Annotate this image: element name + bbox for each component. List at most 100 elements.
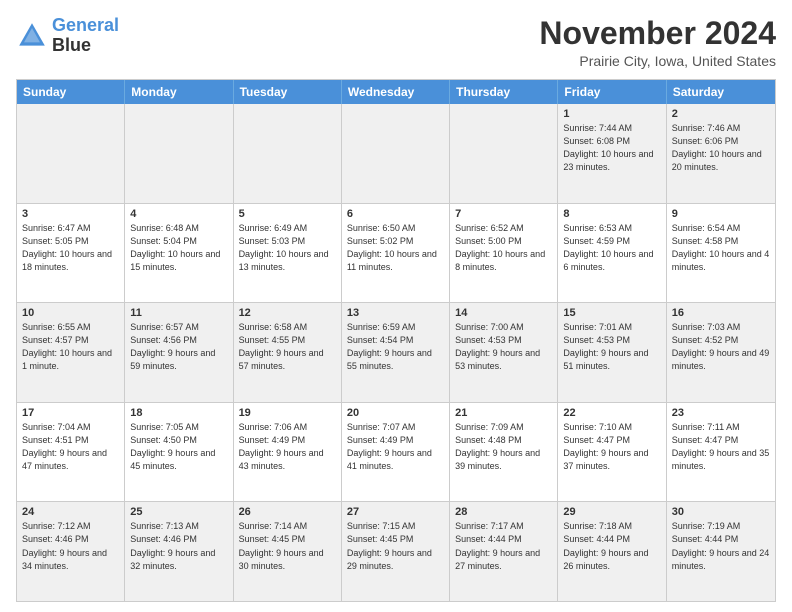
calendar-row-2: 10 Sunrise: 6:55 AM Sunset: 4:57 PM Dayli… [17,302,775,402]
calendar-row-1: 3 Sunrise: 6:47 AM Sunset: 5:05 PM Daylig… [17,203,775,303]
day-number: 15 [563,307,660,319]
day-cell-19: 19Sunrise: 7:06 AM Sunset: 4:49 PM Dayli… [234,403,342,502]
day-cell-20: 20Sunrise: 7:07 AM Sunset: 4:49 PM Dayli… [342,403,450,502]
day-number: 14 [455,307,552,319]
subtitle: Prairie City, Iowa, United States [539,53,776,69]
logo-text: General Blue [52,16,119,56]
calendar-row-0: 1 Sunrise: 7:44 AM Sunset: 6:08 PM Daylig… [17,104,775,203]
day-number: 11 [130,307,227,319]
day-cell-3: 3 Sunrise: 6:47 AM Sunset: 5:05 PM Daylig… [17,204,125,303]
header-day-wednesday: Wednesday [342,80,450,104]
day-info: Sunrise: 7:00 AM Sunset: 4:53 PM Dayligh… [455,321,552,373]
day-cell-1: 1 Sunrise: 7:44 AM Sunset: 6:08 PM Daylig… [558,104,666,203]
day-number: 18 [130,407,227,419]
header-day-sunday: Sunday [17,80,125,104]
day-cell-10: 10 Sunrise: 6:55 AM Sunset: 4:57 PM Dayli… [17,303,125,402]
day-info: Sunrise: 7:10 AM Sunset: 4:47 PM Dayligh… [563,421,660,473]
day-number: 6 [347,208,444,220]
header-day-friday: Friday [558,80,666,104]
day-number: 7 [455,208,552,220]
day-cell-2: 2 Sunrise: 7:46 AM Sunset: 6:06 PM Daylig… [667,104,775,203]
calendar: SundayMondayTuesdayWednesdayThursdayFrid… [16,79,776,602]
day-info: Sunrise: 7:46 AM Sunset: 6:06 PM Dayligh… [672,122,770,174]
day-number: 10 [22,307,119,319]
day-info: Sunrise: 6:58 AM Sunset: 4:55 PM Dayligh… [239,321,336,373]
day-info: Sunrise: 7:04 AM Sunset: 4:51 PM Dayligh… [22,421,119,473]
day-number: 26 [239,506,336,518]
day-cell-9: 9 Sunrise: 6:54 AM Sunset: 4:58 PM Daylig… [667,204,775,303]
day-cell-21: 21 Sunrise: 7:09 AM Sunset: 4:48 PM Dayli… [450,403,558,502]
day-info: Sunrise: 7:44 AM Sunset: 6:08 PM Dayligh… [563,122,660,174]
day-number: 22 [563,407,660,419]
logo: General Blue [16,16,119,56]
day-info: Sunrise: 6:47 AM Sunset: 5:05 PM Dayligh… [22,222,119,274]
day-cell-12: 12 Sunrise: 6:58 AM Sunset: 4:55 PM Dayli… [234,303,342,402]
empty-cell [17,104,125,203]
day-number: 27 [347,506,444,518]
day-cell-29: 29Sunrise: 7:18 AM Sunset: 4:44 PM Dayli… [558,502,666,601]
day-info: Sunrise: 7:11 AM Sunset: 4:47 PM Dayligh… [672,421,770,473]
day-number: 17 [22,407,119,419]
day-cell-25: 25 Sunrise: 7:13 AM Sunset: 4:46 PM Dayli… [125,502,233,601]
calendar-row-3: 17 Sunrise: 7:04 AM Sunset: 4:51 PM Dayli… [17,402,775,502]
day-number: 30 [672,506,770,518]
day-cell-14: 14 Sunrise: 7:00 AM Sunset: 4:53 PM Dayli… [450,303,558,402]
day-info: Sunrise: 6:48 AM Sunset: 5:04 PM Dayligh… [130,222,227,274]
day-number: 12 [239,307,336,319]
day-number: 19 [239,407,336,419]
day-number: 16 [672,307,770,319]
day-cell-13: 13 Sunrise: 6:59 AM Sunset: 4:54 PM Dayli… [342,303,450,402]
day-info: Sunrise: 7:17 AM Sunset: 4:44 PM Dayligh… [455,520,552,572]
day-number: 5 [239,208,336,220]
day-info: Sunrise: 6:50 AM Sunset: 5:02 PM Dayligh… [347,222,444,274]
day-info: Sunrise: 6:59 AM Sunset: 4:54 PM Dayligh… [347,321,444,373]
day-cell-4: 4Sunrise: 6:48 AM Sunset: 5:04 PM Daylig… [125,204,233,303]
calendar-body: 1 Sunrise: 7:44 AM Sunset: 6:08 PM Daylig… [17,104,775,601]
day-cell-27: 27Sunrise: 7:15 AM Sunset: 4:45 PM Dayli… [342,502,450,601]
logo-icon [16,20,48,52]
day-cell-22: 22 Sunrise: 7:10 AM Sunset: 4:47 PM Dayli… [558,403,666,502]
day-number: 9 [672,208,770,220]
day-info: Sunrise: 6:54 AM Sunset: 4:58 PM Dayligh… [672,222,770,274]
day-number: 25 [130,506,227,518]
day-cell-8: 8 Sunrise: 6:53 AM Sunset: 4:59 PM Daylig… [558,204,666,303]
day-cell-23: 23Sunrise: 7:11 AM Sunset: 4:47 PM Dayli… [667,403,775,502]
day-cell-5: 5 Sunrise: 6:49 AM Sunset: 5:03 PM Daylig… [234,204,342,303]
day-number: 1 [563,108,660,120]
day-number: 13 [347,307,444,319]
empty-cell [125,104,233,203]
day-info: Sunrise: 7:18 AM Sunset: 4:44 PM Dayligh… [563,520,660,572]
day-number: 8 [563,208,660,220]
day-info: Sunrise: 6:49 AM Sunset: 5:03 PM Dayligh… [239,222,336,274]
empty-cell [450,104,558,203]
day-info: Sunrise: 7:13 AM Sunset: 4:46 PM Dayligh… [130,520,227,572]
header-day-thursday: Thursday [450,80,558,104]
day-cell-7: 7 Sunrise: 6:52 AM Sunset: 5:00 PM Daylig… [450,204,558,303]
day-cell-24: 24 Sunrise: 7:12 AM Sunset: 4:46 PM Dayli… [17,502,125,601]
day-number: 24 [22,506,119,518]
day-number: 21 [455,407,552,419]
day-info: Sunrise: 7:14 AM Sunset: 4:45 PM Dayligh… [239,520,336,572]
day-number: 2 [672,108,770,120]
month-title: November 2024 [539,16,776,51]
page: General Blue November 2024 Prairie City,… [0,0,792,612]
header-day-monday: Monday [125,80,233,104]
day-cell-26: 26 Sunrise: 7:14 AM Sunset: 4:45 PM Dayli… [234,502,342,601]
header: General Blue November 2024 Prairie City,… [16,16,776,69]
day-info: Sunrise: 7:01 AM Sunset: 4:53 PM Dayligh… [563,321,660,373]
day-cell-6: 6 Sunrise: 6:50 AM Sunset: 5:02 PM Daylig… [342,204,450,303]
day-number: 20 [347,407,444,419]
day-info: Sunrise: 6:55 AM Sunset: 4:57 PM Dayligh… [22,321,119,373]
day-info: Sunrise: 7:09 AM Sunset: 4:48 PM Dayligh… [455,421,552,473]
day-info: Sunrise: 6:53 AM Sunset: 4:59 PM Dayligh… [563,222,660,274]
day-info: Sunrise: 7:19 AM Sunset: 4:44 PM Dayligh… [672,520,770,572]
day-info: Sunrise: 7:12 AM Sunset: 4:46 PM Dayligh… [22,520,119,572]
header-day-tuesday: Tuesday [234,80,342,104]
day-info: Sunrise: 6:52 AM Sunset: 5:00 PM Dayligh… [455,222,552,274]
day-cell-30: 30 Sunrise: 7:19 AM Sunset: 4:44 PM Dayli… [667,502,775,601]
empty-cell [342,104,450,203]
calendar-header: SundayMondayTuesdayWednesdayThursdayFrid… [17,80,775,104]
day-cell-18: 18Sunrise: 7:05 AM Sunset: 4:50 PM Dayli… [125,403,233,502]
day-cell-15: 15 Sunrise: 7:01 AM Sunset: 4:53 PM Dayli… [558,303,666,402]
day-number: 3 [22,208,119,220]
